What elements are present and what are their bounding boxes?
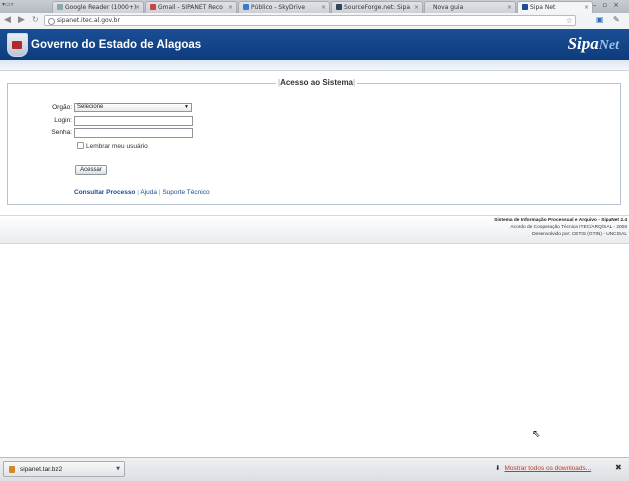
remember-me[interactable]: Lembrar meu usuário: [77, 142, 148, 150]
wrench-menu-icon[interactable]: ✎: [613, 15, 620, 24]
show-all-downloads: ⬇ Mostrar todos os downloads...: [495, 464, 591, 472]
url-input[interactable]: [57, 16, 557, 25]
remember-checkbox[interactable]: [77, 142, 84, 149]
close-tab-icon[interactable]: ×: [584, 4, 589, 11]
close-download-bar-icon[interactable]: ✖: [615, 463, 622, 472]
sourceforge-favicon-icon: [336, 4, 342, 10]
address-bar[interactable]: ☆: [44, 15, 576, 26]
site-footer: Sistema de Informação Processual e Arqui…: [0, 215, 629, 244]
tab-skydrive[interactable]: Público - SkyDrive ×: [238, 1, 330, 13]
site-title: Governo do Estado de Alagoas: [31, 39, 202, 51]
footer-system-name: Sistema de Informação Processual e Arqui…: [494, 218, 627, 223]
state-crest-icon: [7, 33, 28, 57]
senha-label: Senha:: [51, 129, 72, 136]
sipanet-favicon-icon: [522, 4, 528, 10]
orgao-label: Orgão:: [52, 104, 72, 111]
window-menu-icon[interactable]: ▾▭▿: [2, 1, 14, 8]
mouse-pointer-icon: ⇖: [532, 429, 541, 440]
bookmark-star-icon[interactable]: ☆: [566, 16, 573, 25]
consultar-processo-link[interactable]: Consultar Processo: [74, 189, 135, 196]
suporte-tecnico-link[interactable]: Suporte Técnico: [162, 189, 209, 196]
orgao-select[interactable]: Selecione ▼: [74, 103, 192, 112]
login-input[interactable]: [74, 116, 193, 126]
login-form-legend: Acesso ao Sistema: [276, 78, 358, 87]
skydrive-favicon-icon: [243, 4, 249, 10]
close-tab-icon[interactable]: ×: [507, 4, 512, 11]
close-tab-icon[interactable]: ×: [135, 4, 140, 11]
tab-gmail[interactable]: Gmail - SIPANET Reco ×: [145, 1, 237, 13]
show-all-downloads-link[interactable]: Mostrar todos os downloads...: [504, 465, 591, 472]
close-tab-icon[interactable]: ×: [414, 4, 419, 11]
sipanet-logo: SipaNet: [567, 34, 619, 53]
window-controls[interactable]: –▫×: [593, 1, 625, 9]
close-tab-icon[interactable]: ×: [228, 4, 233, 11]
ajuda-link[interactable]: Ajuda: [140, 189, 157, 196]
dropdown-arrow-icon: ▼: [184, 104, 189, 110]
chevron-down-icon[interactable]: ▼: [116, 466, 120, 472]
extension-icon[interactable]: ▣: [596, 15, 604, 24]
download-item[interactable]: sipanet.tar.bz2 ▼: [3, 461, 125, 477]
gmail-favicon-icon: [150, 4, 156, 10]
close-tab-icon[interactable]: ×: [321, 4, 326, 11]
tab-google-reader[interactable]: Google Reader (1000+) ×: [52, 1, 144, 13]
tab-sourceforge[interactable]: SourceForge.net: Sipa ×: [331, 1, 423, 13]
archive-file-icon: [9, 466, 15, 473]
reload-icon[interactable]: ↻: [32, 15, 39, 24]
footer-agreement: Acordo de Cooperação Técnica ITEC/ARQ/SA…: [510, 225, 627, 230]
globe-icon: [48, 18, 55, 25]
tab-nova-guia[interactable]: Nova guia ×: [424, 1, 516, 13]
browser-toolbar: ◀ ▶ ↻ ☆ ▣ ✎: [0, 13, 629, 30]
google-reader-favicon-icon: [57, 4, 63, 10]
tab-strip: ▾▭▿ Google Reader (1000+) × Gmail - SIPAN…: [0, 0, 629, 14]
login-label: Login:: [54, 117, 72, 124]
help-links: Consultar Processo | Ajuda | Suporte Téc…: [74, 189, 210, 196]
footer-developer: Desenvolvido por: CETIS (GTIN) - UNCISAL: [532, 232, 627, 237]
header-divider: [0, 60, 629, 71]
acessar-button[interactable]: Acessar: [75, 165, 107, 175]
senha-input[interactable]: [74, 128, 193, 138]
forward-arrow-icon[interactable]: ▶: [18, 15, 25, 25]
back-arrow-icon[interactable]: ◀: [4, 15, 11, 25]
download-arrow-icon: ⬇: [495, 465, 501, 472]
